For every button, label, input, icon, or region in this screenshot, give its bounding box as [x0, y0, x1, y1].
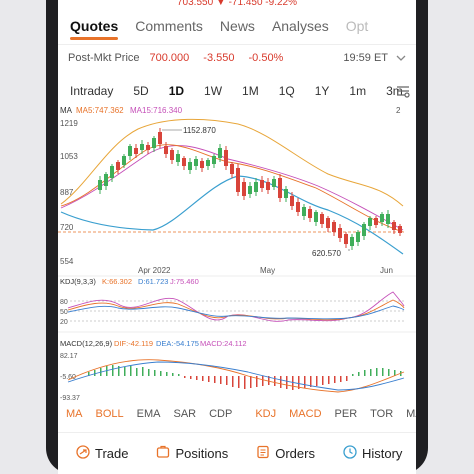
stock-chart[interactable]: MA MA5:747.362 MA15:716.340 2 1219 1053 … [58, 104, 416, 402]
svg-text:50: 50 [60, 309, 68, 316]
tab-analyses[interactable]: Analyses [272, 18, 329, 34]
svg-text:1152.870: 1152.870 [183, 126, 216, 135]
period-5d[interactable]: 5D [133, 84, 148, 98]
orders-button[interactable]: Orders [256, 445, 315, 462]
indicator-cdp[interactable]: CDP [209, 408, 232, 420]
svg-text:MACD:24.112: MACD:24.112 [200, 339, 247, 348]
period-1w[interactable]: 1W [204, 84, 222, 98]
indicator-macd[interactable]: MACD [289, 408, 321, 420]
svg-text:1219: 1219 [60, 119, 78, 128]
post-market-bar: Post-Mkt Price 700.000 -3.550 -0.50% 19:… [58, 44, 416, 70]
indicator-bar: MA BOLL EMA SAR CDP KDJ MACD PER TOR MAV… [58, 403, 416, 425]
period-1min[interactable]: 1m [349, 84, 366, 98]
svg-text:K:66.302: K:66.302 [102, 277, 132, 286]
period-intraday[interactable]: Intraday [70, 84, 113, 98]
post-market-time: 19:59 ET [343, 51, 388, 64]
svg-text:1053: 1053 [60, 152, 78, 161]
app-screen: 703.550 ▼ -71.450 -9.22% Quotes Comments… [58, 0, 416, 474]
kdj-legend: KDJ(9,3,3) K:66.302 D:61.723 J:75.460 [60, 277, 199, 286]
period-selector: Intraday 5D 1D 1W 1M 1Q 1Y 1m 3m [58, 78, 416, 104]
ma-legend: MA MA5:747.362 MA15:716.340 2 [60, 106, 401, 115]
orders-label: Orders [275, 446, 315, 461]
svg-text:DEA:-54.175: DEA:-54.175 [156, 339, 199, 348]
period-1m[interactable]: 1M [242, 84, 259, 98]
svg-text:May: May [260, 266, 275, 275]
tab-comments[interactable]: Comments [135, 18, 203, 34]
chart-settings-icon[interactable] [396, 84, 410, 101]
period-1q[interactable]: 1Q [279, 84, 295, 98]
price-y-axis: 1219 1053 887 720 554 [60, 119, 78, 266]
svg-text:Apr 2022: Apr 2022 [138, 266, 171, 275]
svg-text:MACD(12,26,9): MACD(12,26,9) [60, 339, 113, 348]
history-label: History [361, 446, 403, 461]
svg-text:620.570: 620.570 [312, 249, 341, 258]
svg-text:MA15:716.340: MA15:716.340 [130, 106, 183, 115]
indicator-ema[interactable]: EMA [137, 408, 161, 420]
svg-text:20: 20 [60, 319, 68, 326]
indicator-per[interactable]: PER [335, 408, 358, 420]
chevron-down-icon[interactable] [396, 52, 406, 64]
svg-text:MA5:747.362: MA5:747.362 [76, 106, 124, 115]
tab-options[interactable]: Opt [346, 18, 369, 34]
indicator-mavol[interactable]: MAVOL [406, 408, 416, 420]
orders-icon [256, 445, 270, 462]
positions-button[interactable]: Positions [156, 445, 228, 462]
trade-label: Trade [95, 446, 129, 461]
period-1y[interactable]: 1Y [315, 84, 330, 98]
tab-news[interactable]: News [220, 18, 255, 34]
trade-button[interactable]: Trade [76, 445, 128, 462]
svg-text:DIF:-42.119: DIF:-42.119 [114, 339, 153, 348]
svg-text:-93.37: -93.37 [60, 395, 80, 402]
post-market-change: -3.550 [203, 51, 235, 64]
trade-icon [76, 445, 90, 462]
svg-text:MA: MA [60, 106, 73, 115]
positions-label: Positions [175, 446, 229, 461]
positions-icon [156, 445, 170, 462]
history-button[interactable]: History [343, 445, 402, 462]
indicator-ma[interactable]: MA [66, 408, 83, 420]
svg-text:D:61.723: D:61.723 [138, 277, 168, 286]
svg-text:J:75.460: J:75.460 [170, 277, 199, 286]
svg-text:887: 887 [60, 188, 74, 197]
kdj-y-axis: 80 50 20 [60, 299, 68, 326]
svg-text:82.17: 82.17 [60, 353, 78, 360]
indicator-sar[interactable]: SAR [173, 408, 196, 420]
indicator-tor[interactable]: TOR [370, 408, 393, 420]
post-market-label: Post-Mkt Price [68, 51, 140, 64]
svg-text:Jun: Jun [380, 266, 393, 275]
svg-text:720: 720 [60, 223, 74, 232]
clock-icon [343, 445, 357, 462]
bottom-action-bar: Trade Positions Orders History [58, 432, 416, 474]
svg-text:554: 554 [60, 257, 74, 266]
svg-text:2: 2 [396, 106, 401, 115]
svg-text:80: 80 [60, 299, 68, 306]
indicator-kdj[interactable]: KDJ [255, 408, 276, 420]
post-market-price: 700.000 [149, 51, 190, 64]
macd-histogram [88, 365, 402, 390]
macd-y-axis: 82.17 -5.60 -93.37 [60, 353, 80, 402]
post-market-percent: -0.50% [248, 51, 284, 64]
main-tabs: Quotes Comments News Analyses Opt [58, 10, 416, 42]
macd-legend: MACD(12,26,9) DIF:-42.119 DEA:-54.175 MA… [60, 339, 247, 348]
tab-quotes[interactable]: Quotes [70, 18, 119, 40]
price-ticker-line: 703.550 ▼ -71.450 -9.22% [177, 0, 297, 8]
period-1d[interactable]: 1D [169, 84, 184, 98]
date-axis: Apr 2022 May Jun [138, 266, 393, 275]
svg-text:KDJ(9,3,3): KDJ(9,3,3) [60, 277, 96, 286]
indicator-boll[interactable]: BOLL [96, 408, 124, 420]
